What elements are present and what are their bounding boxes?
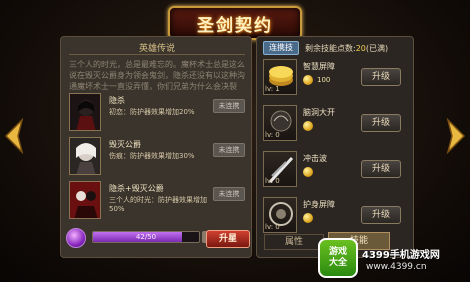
skill-level: lv: 1 xyxy=(265,85,280,93)
arrow-right-icon xyxy=(446,117,466,155)
points-value: 20 xyxy=(355,44,366,53)
hero-desc: 初恋：防护器效果增加20% xyxy=(109,108,195,116)
hero-row: 隐杀 初恋：防护器效果增加20% 未连携 xyxy=(67,93,247,133)
skill-points-label: 剩余技能点数:20(已满) xyxy=(305,43,388,54)
watermark-url: www.4399.cn xyxy=(366,262,427,272)
upgrade-button[interactable]: 升级 xyxy=(361,114,401,132)
skill-level: lv: 0 xyxy=(265,177,280,185)
watermark-badge-line2: 大全 xyxy=(328,258,347,268)
hero-name: 隐杀 xyxy=(109,96,125,105)
skill-row: lv: 0 冲击波 升级 xyxy=(263,151,411,195)
previous-arrow-button[interactable] xyxy=(4,117,24,155)
game-title: 圣剑契约 xyxy=(197,15,273,36)
arrow-left-icon xyxy=(4,117,24,155)
points-label-text: 剩余技能点数: xyxy=(305,44,356,53)
upgrade-button[interactable]: 升级 xyxy=(361,68,401,86)
hero-row: 隐杀+毁灭公爵 三个人的时光：防护器效果增加50% 未连携 xyxy=(67,181,247,221)
soul-gem-icon xyxy=(66,228,86,248)
skills-panel: 连携技 剩余技能点数:20(已满) lv: 1 智慧屏障 100 升级 lv: … xyxy=(256,36,414,258)
legend-text: 三个人的时光，总是最难忘的。魔杯术士总是这么说在毁灭公爵身为领会鬼剑，隐杀还没有… xyxy=(69,60,245,91)
title-banner: 圣剑契约 xyxy=(168,6,302,40)
bottom-bar: 42/50 升星 属性 技能 xyxy=(60,226,414,250)
skill-row: lv: 0 脑洞大开 升级 xyxy=(263,105,411,149)
hero-portrait xyxy=(69,93,101,131)
tab-attributes[interactable]: 属性 xyxy=(264,234,324,250)
hero-desc: 三个人的时光：防护器效果增加50% xyxy=(109,196,207,213)
skill-row: lv: 1 智慧屏障 100 升级 xyxy=(263,59,411,103)
link-status-button[interactable]: 未连携 xyxy=(213,99,245,113)
skill-name: 护身屏障 xyxy=(303,200,335,209)
hero-legend-panel: 英雄传说 三个人的时光，总是最难忘的。魔杯术士总是这么说在毁灭公爵身为领会鬼剑，… xyxy=(60,36,252,258)
skill-name: 智慧屏障 xyxy=(303,62,335,71)
watermark-badge-line1: 游戏 xyxy=(328,247,347,257)
game-screen: 圣剑契约 英雄传说 三个人的时光，总是最难忘的。魔杯术士总是这么说在毁灭公爵身为… xyxy=(0,0,470,282)
coin-icon xyxy=(303,167,313,177)
coin-icon xyxy=(303,75,313,85)
hero-desc: 伤痕：防护器效果增加30% xyxy=(109,152,195,160)
upgrade-button[interactable]: 升级 xyxy=(361,206,401,224)
legend-header: 英雄传说 xyxy=(69,41,245,55)
next-arrow-button[interactable] xyxy=(446,117,466,155)
watermark-logo: 游戏 大全 xyxy=(318,238,358,278)
skill-name: 脑洞大开 xyxy=(303,108,335,117)
star-progress-bar: 42/50 xyxy=(92,231,200,243)
star-up-button[interactable]: 升星 xyxy=(206,230,250,248)
skill-level: lv: 0 xyxy=(265,131,280,139)
hero-portrait xyxy=(69,137,101,175)
upgrade-button[interactable]: 升级 xyxy=(361,160,401,178)
hero-portrait xyxy=(69,181,101,219)
star-progress-text: 42/50 xyxy=(135,233,157,241)
skill-name: 冲击波 xyxy=(303,154,327,163)
hero-row: 毁灭公爵 伤痕：防护器效果增加30% 未连携 xyxy=(67,137,247,177)
upgrade-cost: 100 xyxy=(317,76,331,84)
hero-name: 毁灭公爵 xyxy=(109,140,141,149)
coin-icon xyxy=(303,121,313,131)
coin-icon xyxy=(303,213,313,223)
combo-skill-tab[interactable]: 连携技 xyxy=(263,41,299,55)
link-status-button[interactable]: 未连携 xyxy=(213,187,245,201)
link-status-button[interactable]: 未连携 xyxy=(213,143,245,157)
hero-name: 隐杀+毁灭公爵 xyxy=(109,184,164,193)
points-suffix: (已满) xyxy=(365,44,389,53)
watermark-brand: 4399手机游戏网 xyxy=(362,250,440,261)
